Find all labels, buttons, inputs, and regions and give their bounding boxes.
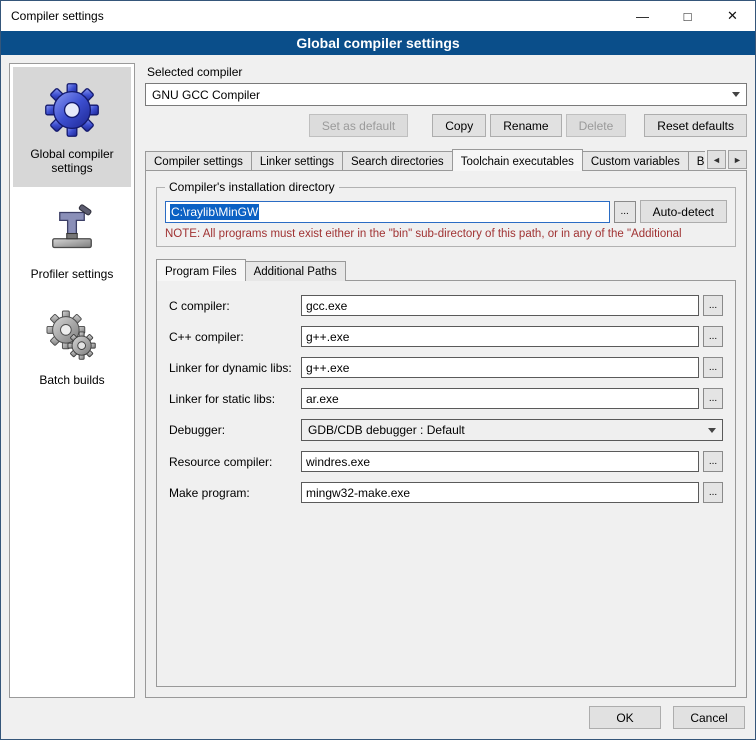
tab-custom-variables[interactable]: Custom variables	[582, 151, 689, 171]
copy-button[interactable]: Copy	[432, 114, 486, 137]
compiler-select[interactable]: GNU GCC Compiler	[145, 83, 747, 106]
tabs-scroll-area: Compiler settings Linker settings Search…	[145, 149, 705, 171]
c-compiler-value: gcc.exe	[306, 299, 347, 313]
bin-subdirectory-note: NOTE: All programs must exist either in …	[165, 228, 727, 240]
settings-category-list: Global compiler settings Profiler settin…	[9, 63, 135, 698]
compiler-settings-dialog: Compiler settings — □ ✕ Global compiler …	[0, 0, 756, 740]
static-linker-label: Linker for static libs:	[169, 392, 301, 406]
close-button[interactable]: ✕	[710, 1, 755, 31]
installation-directory-browse-button[interactable]: ...	[614, 201, 636, 223]
resource-compiler-input[interactable]: windres.exe	[301, 451, 699, 472]
tab-additional-paths[interactable]: Additional Paths	[245, 261, 346, 281]
gray-gears-icon	[43, 307, 101, 365]
resource-compiler-browse-button[interactable]: ...	[703, 451, 723, 472]
dialog-content: Global compiler settings Profiler settin…	[1, 55, 755, 698]
program-files-panel: C compiler: gcc.exe ... C++ compiler: g+…	[156, 280, 736, 687]
static-linker-browse-button[interactable]: ...	[703, 388, 723, 409]
sidebar-item-profiler-settings[interactable]: Profiler settings	[13, 187, 131, 293]
auto-detect-button[interactable]: Auto-detect	[640, 200, 727, 223]
dynamic-linker-value: g++.exe	[306, 361, 349, 375]
ok-button[interactable]: OK	[589, 706, 661, 729]
resource-compiler-value: windres.exe	[306, 455, 370, 469]
resource-compiler-label: Resource compiler:	[169, 455, 301, 469]
make-program-input[interactable]: mingw32-make.exe	[301, 482, 699, 503]
sidebar-item-global-compiler-settings[interactable]: Global compiler settings	[13, 67, 131, 187]
settings-tabstrip: Compiler settings Linker settings Search…	[145, 147, 747, 171]
installation-directory-value: C:\raylib\MinGW	[170, 204, 259, 220]
sidebar-item-batch-builds[interactable]: Batch builds	[13, 293, 131, 399]
tab-program-files[interactable]: Program Files	[156, 259, 246, 281]
selected-compiler-label: Selected compiler	[147, 65, 747, 79]
resource-compiler-row: Resource compiler: windres.exe ...	[169, 451, 723, 472]
minimize-button[interactable]: —	[620, 1, 665, 31]
blue-gear-icon	[43, 81, 101, 139]
sidebar-item-label: Global compiler settings	[17, 147, 127, 175]
cpp-compiler-label: C++ compiler:	[169, 330, 301, 344]
title-bar: Compiler settings — □ ✕	[1, 1, 755, 31]
tab-toolchain-executables[interactable]: Toolchain executables	[452, 149, 583, 171]
tab-compiler-settings[interactable]: Compiler settings	[145, 151, 252, 171]
debugger-select[interactable]: GDB/CDB debugger : Default	[301, 419, 723, 441]
make-program-browse-button[interactable]: ...	[703, 482, 723, 503]
window-title: Compiler settings	[1, 9, 104, 23]
installation-directory-legend: Compiler's installation directory	[165, 180, 339, 194]
dynamic-linker-row: Linker for dynamic libs: g++.exe ...	[169, 357, 723, 378]
main-panel: Selected compiler GNU GCC Compiler Set a…	[145, 63, 747, 698]
debugger-label: Debugger:	[169, 423, 301, 437]
debugger-row: Debugger: GDB/CDB debugger : Default	[169, 419, 723, 441]
cpp-compiler-row: C++ compiler: g++.exe ...	[169, 326, 723, 347]
tab-scroll-right-icon[interactable]: ►	[728, 150, 747, 169]
maximize-button[interactable]: □	[665, 1, 710, 31]
static-linker-value: ar.exe	[306, 392, 339, 406]
compiler-select-value: GNU GCC Compiler	[152, 88, 260, 102]
tab-scroll-left-icon[interactable]: ◄	[707, 150, 726, 169]
sidebar-item-label: Batch builds	[39, 373, 104, 387]
static-linker-input[interactable]: ar.exe	[301, 388, 699, 409]
subtabs-scroll-area: Program Files Additional Paths	[156, 259, 736, 281]
delete-button[interactable]: Delete	[566, 114, 627, 137]
rename-button[interactable]: Rename	[490, 114, 561, 137]
installation-directory-row: C:\raylib\MinGW ... Auto-detect	[165, 200, 727, 223]
cpp-compiler-browse-button[interactable]: ...	[703, 326, 723, 347]
dynamic-linker-input[interactable]: g++.exe	[301, 357, 699, 378]
banner-title: Global compiler settings	[296, 35, 459, 51]
chevron-down-icon	[732, 92, 740, 97]
tab-build-options-clipped[interactable]: Buil	[688, 151, 705, 171]
c-compiler-browse-button[interactable]: ...	[703, 295, 723, 316]
tab-linker-settings[interactable]: Linker settings	[251, 151, 343, 171]
dynamic-linker-label: Linker for dynamic libs:	[169, 361, 301, 375]
compiler-actions: Set as default Copy Rename Delete Reset …	[145, 114, 747, 137]
sidebar-item-label: Profiler settings	[31, 267, 114, 281]
banner: Global compiler settings	[1, 31, 755, 55]
installation-directory-group: Compiler's installation directory C:\ray…	[156, 187, 736, 247]
installation-directory-input[interactable]: C:\raylib\MinGW	[165, 201, 610, 223]
dynamic-linker-browse-button[interactable]: ...	[703, 357, 723, 378]
c-compiler-row: C compiler: gcc.exe ...	[169, 295, 723, 316]
cancel-button[interactable]: Cancel	[673, 706, 745, 729]
window-controls: — □ ✕	[620, 1, 755, 31]
set-as-default-button[interactable]: Set as default	[309, 114, 408, 137]
cpp-compiler-value: g++.exe	[306, 330, 349, 344]
make-program-label: Make program:	[169, 486, 301, 500]
static-linker-row: Linker for static libs: ar.exe ...	[169, 388, 723, 409]
toolchain-executables-panel: Compiler's installation directory C:\ray…	[145, 170, 747, 698]
dialog-footer: OK Cancel	[1, 698, 755, 739]
reset-defaults-button[interactable]: Reset defaults	[644, 114, 747, 137]
program-files-tabstrip: Program Files Additional Paths	[156, 257, 736, 281]
cpp-compiler-input[interactable]: g++.exe	[301, 326, 699, 347]
make-program-row: Make program: mingw32-make.exe ...	[169, 482, 723, 503]
c-compiler-label: C compiler:	[169, 299, 301, 313]
c-compiler-input[interactable]: gcc.exe	[301, 295, 699, 316]
profiler-tool-icon	[43, 201, 101, 259]
tab-search-directories[interactable]: Search directories	[342, 151, 453, 171]
make-program-value: mingw32-make.exe	[306, 486, 410, 500]
chevron-down-icon	[708, 428, 716, 433]
debugger-select-value: GDB/CDB debugger : Default	[308, 423, 465, 437]
